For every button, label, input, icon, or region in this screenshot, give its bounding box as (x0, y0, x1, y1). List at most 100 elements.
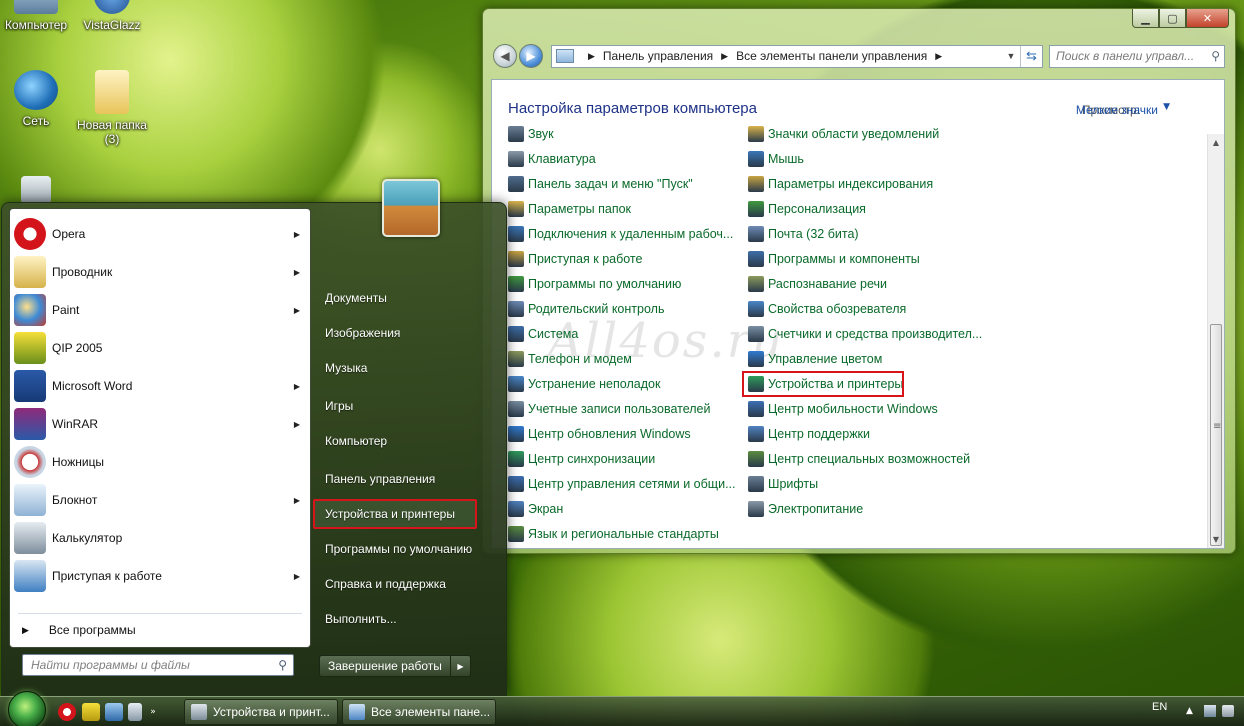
calculator-icon[interactable] (128, 703, 142, 721)
chevron-right-icon[interactable]: ▶ (294, 496, 300, 505)
start-right-item[interactable]: Изображения (318, 318, 488, 348)
search-icon[interactable]: ⚲ (1211, 49, 1220, 63)
control-panel-item[interactable]: Центр специальных возможностей (748, 449, 970, 469)
control-panel-item[interactable]: Параметры индексирования (748, 174, 933, 194)
start-right-item[interactable]: Устройства и принтеры (313, 499, 477, 529)
start-right-item[interactable]: Музыка (318, 353, 488, 383)
shutdown-button[interactable]: Завершение работы (319, 655, 451, 677)
chevron-right-icon[interactable]: ▶ (294, 382, 300, 391)
start-program-item[interactable]: Microsoft Word ▶ (10, 367, 310, 405)
vertical-scrollbar[interactable]: ▲ ▼ (1207, 134, 1224, 548)
control-panel-item[interactable]: Параметры папок (508, 199, 631, 219)
control-panel-item[interactable]: Шрифты (748, 474, 818, 494)
control-panel-item[interactable]: Центр поддержки (748, 424, 870, 444)
breadcrumb-all-items[interactable]: Все элементы панели управления (736, 49, 927, 63)
chevron-down-icon[interactable]: ▼ (1002, 51, 1020, 61)
start-program-item[interactable]: Opera ▶ (10, 215, 310, 253)
minimize-button[interactable]: ▁ (1132, 9, 1159, 28)
breadcrumb-control-panel[interactable]: Панель управления (603, 49, 713, 63)
control-panel-item[interactable]: Учетные записи пользователей (508, 399, 711, 419)
control-panel-item[interactable]: Система (508, 324, 578, 344)
control-panel-item[interactable]: Центр обновления Windows (508, 424, 691, 444)
control-panel-item[interactable]: Центр синхронизации (508, 449, 655, 469)
desktop-icon-new-folder[interactable]: Новая папка (3) (70, 70, 154, 146)
start-search-input[interactable] (31, 658, 261, 672)
chevron-right-icon[interactable]: ▶ (294, 572, 300, 581)
language-indicator[interactable]: EN (1152, 701, 1167, 713)
close-button[interactable]: ✕ (1186, 9, 1229, 28)
start-program-item[interactable]: Калькулятор (10, 519, 310, 557)
desktop-icon-vistaglazz[interactable]: VistaGlazz (70, 0, 154, 32)
start-right-item[interactable]: Панель управления (318, 464, 488, 494)
chevron-right-icon[interactable]: ▶ (294, 230, 300, 239)
maximize-button[interactable]: ▢ (1159, 9, 1186, 28)
all-programs-button[interactable]: ▶ Все программы (22, 623, 136, 637)
control-panel-search[interactable]: ⚲ (1049, 44, 1225, 68)
control-panel-item[interactable]: Персонализация (748, 199, 866, 219)
forward-button[interactable]: ▶ (519, 44, 543, 68)
view-mode-dropdown[interactable]: Мелкие значки (1076, 103, 1158, 117)
address-bar[interactable]: ▶ Панель управления ▶ Все элементы панел… (551, 44, 1043, 68)
start-button[interactable] (8, 691, 46, 726)
control-panel-item[interactable]: Значки области уведомлений (748, 124, 939, 144)
control-panel-window[interactable]: ▁ ▢ ✕ ◀ ▶ ▶ Панель управления ▶ Все элем… (482, 8, 1236, 554)
control-panel-item[interactable]: Приступая к работе (508, 249, 642, 269)
start-program-item[interactable]: Проводник ▶ (10, 253, 310, 291)
start-search[interactable]: ⚲ (22, 654, 294, 676)
qip-icon[interactable] (82, 703, 100, 721)
control-panel-item[interactable]: Экран (508, 499, 563, 519)
start-right-item[interactable]: Программы по умолчанию (318, 534, 488, 564)
opera-icon[interactable] (58, 703, 76, 721)
start-program-item[interactable]: QIP 2005 (10, 329, 310, 367)
start-right-item[interactable]: Справка и поддержка (318, 569, 488, 599)
control-panel-item[interactable]: Подключения к удаленным рабоч... (508, 224, 733, 244)
start-program-item[interactable]: Приступая к работе ▶ (10, 557, 310, 595)
control-panel-item[interactable]: Центр управления сетями и общи... (508, 474, 735, 494)
taskbar-task-control-panel[interactable]: Все элементы пане... (342, 699, 496, 725)
desktop-icon-computer[interactable]: Компьютер (0, 0, 78, 32)
show-desktop-icon[interactable] (105, 703, 123, 721)
control-panel-item[interactable]: Телефон и модем (508, 349, 632, 369)
chevron-right-icon[interactable]: ▶ (294, 306, 300, 315)
control-panel-item[interactable]: Счетчики и средства производител... (748, 324, 982, 344)
desktop-icon-network[interactable]: Сеть (0, 70, 78, 128)
volume-icon[interactable] (1222, 705, 1234, 717)
search-icon[interactable]: ⚲ (278, 658, 287, 672)
scroll-up-icon[interactable]: ▲ (1208, 134, 1224, 151)
user-avatar[interactable] (382, 179, 440, 237)
search-input[interactable] (1056, 49, 1196, 63)
tray-chevron-icon[interactable]: ▲ (1186, 705, 1198, 717)
taskbar-task-devices[interactable]: Устройства и принт... (184, 699, 338, 725)
start-program-item[interactable]: WinRAR ▶ (10, 405, 310, 443)
chevron-down-icon[interactable]: ▼ (1163, 102, 1170, 112)
quick-launch-chevron-icon[interactable]: » (148, 703, 158, 721)
control-panel-item[interactable]: Язык и региональные стандарты (508, 524, 719, 544)
chevron-right-icon[interactable]: ▶ (935, 51, 942, 62)
control-panel-item[interactable]: Программы и компоненты (748, 249, 920, 269)
start-right-item[interactable]: Документы (318, 283, 488, 313)
refresh-icon[interactable]: ⇆ (1020, 45, 1042, 67)
back-button[interactable]: ◀ (493, 44, 517, 68)
control-panel-item[interactable]: Центр мобильности Windows (748, 399, 938, 419)
control-panel-item[interactable]: Управление цветом (748, 349, 882, 369)
control-panel-item[interactable]: Звук (508, 124, 554, 144)
start-program-item[interactable]: Ножницы (10, 443, 310, 481)
control-panel-item[interactable]: Клавиатура (508, 149, 596, 169)
chevron-right-icon[interactable]: ▶ (294, 420, 300, 429)
start-program-item[interactable]: Paint ▶ (10, 291, 310, 329)
control-panel-item[interactable]: Почта (32 бита) (748, 224, 859, 244)
chevron-right-icon[interactable]: ▶ (294, 268, 300, 277)
scrollbar-thumb[interactable] (1210, 324, 1222, 546)
control-panel-item[interactable]: Родительский контроль (508, 299, 664, 319)
control-panel-item[interactable]: Панель задач и меню "Пуск" (508, 174, 693, 194)
start-right-item[interactable]: Выполнить... (318, 604, 488, 634)
start-program-item[interactable]: Блокнот ▶ (10, 481, 310, 519)
control-panel-item[interactable]: Электропитание (748, 499, 863, 519)
start-right-item[interactable]: Игры (318, 391, 488, 421)
network-tray-icon[interactable] (1204, 705, 1216, 717)
control-panel-item[interactable]: Свойства обозревателя (748, 299, 906, 319)
scroll-down-icon[interactable]: ▼ (1208, 531, 1224, 548)
start-right-item[interactable]: Компьютер (318, 426, 488, 456)
control-panel-item[interactable]: Программы по умолчанию (508, 274, 681, 294)
control-panel-item[interactable]: Мышь (748, 149, 804, 169)
